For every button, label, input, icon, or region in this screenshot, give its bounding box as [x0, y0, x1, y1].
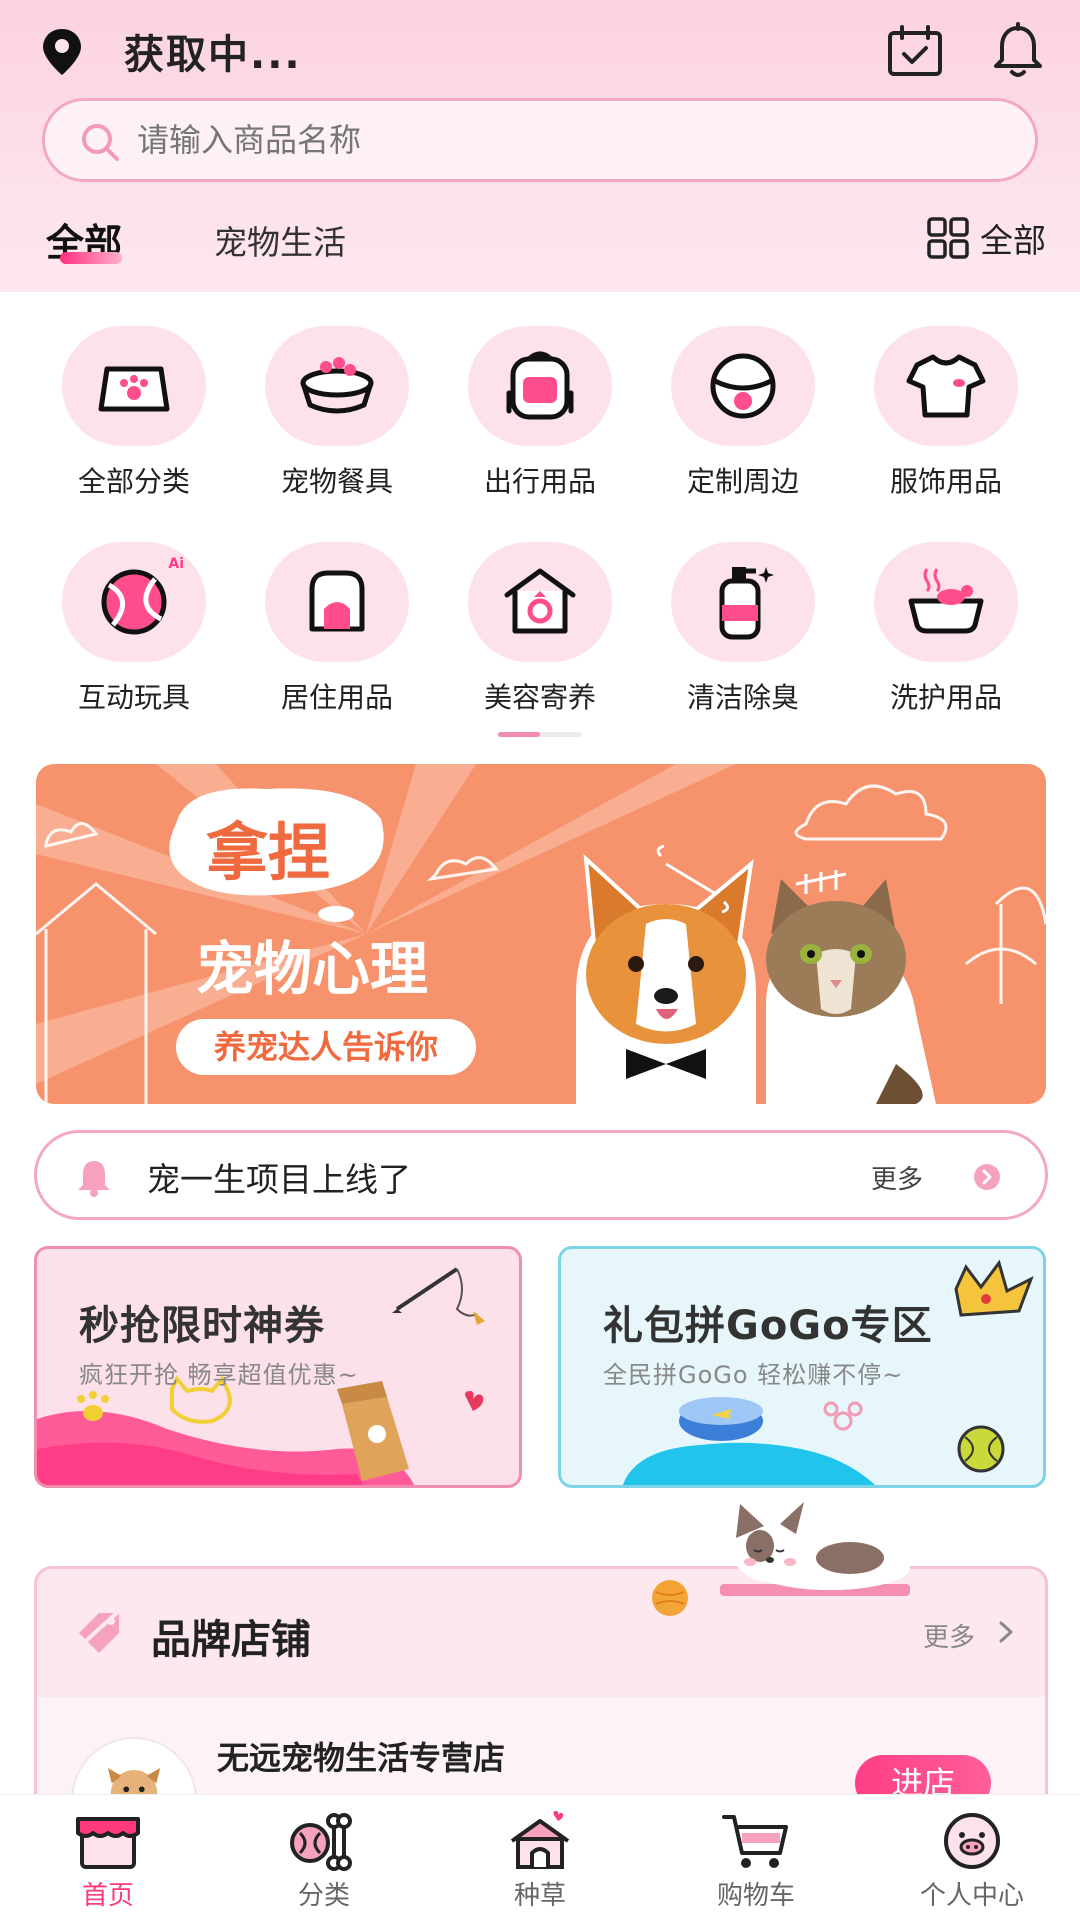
category-bowl[interactable]: 宠物餐具: [237, 326, 437, 500]
shopping-cart-icon: [722, 1815, 788, 1868]
all-button-label: 全部: [980, 221, 1046, 260]
category-custom[interactable]: 定制周边: [643, 326, 843, 500]
ball-toy-icon: [101, 569, 167, 635]
category-label: 互动玩具: [77, 681, 190, 714]
category-page-indicator: [498, 732, 582, 737]
chevron-right-icon[interactable]: [993, 1617, 1019, 1647]
category-icon-bg: [62, 326, 206, 446]
category-travel[interactable]: 出行用品: [440, 326, 640, 500]
chevron-right-circle-icon[interactable]: [973, 1163, 1001, 1191]
category-label: 服饰用品: [889, 465, 1002, 498]
category-cleaning[interactable]: 清洁除臭: [643, 542, 843, 716]
ai-badge: Ai: [168, 556, 184, 572]
spray-bottle-icon: [719, 567, 774, 640]
category-housing[interactable]: 居住用品: [237, 542, 437, 716]
category-bath[interactable]: 洗护用品: [846, 542, 1046, 716]
announcement-more-link[interactable]: 更多: [871, 1159, 923, 1196]
collar-bell-icon: [710, 353, 776, 419]
category-all[interactable]: 全部分类: [34, 326, 234, 500]
banner-subtitle: 养宠达人告诉你: [214, 1028, 438, 1066]
announcement-bar[interactable]: 宠一生项目上线了 更多: [34, 1130, 1048, 1220]
category-icon-bg: [874, 326, 1018, 446]
group-buy-card[interactable]: 礼包拼GoGo专区 全民拼GoGo 轻松赚不停~: [558, 1246, 1046, 1488]
search-icon: [82, 124, 119, 161]
grooming-house-icon: [504, 568, 576, 634]
category-label: 定制周边: [686, 465, 799, 498]
nav-profile[interactable]: 个人中心: [892, 1809, 1052, 1912]
nav-profile-label: 个人中心: [919, 1881, 1024, 1911]
search-bar[interactable]: [42, 98, 1038, 182]
coupon-card-subtitle: 疯狂开抢 畅享超值优惠~: [79, 1361, 359, 1389]
backpack-icon: [506, 351, 574, 420]
shop-storefront-icon: [76, 1817, 140, 1869]
nav-home-label: 首页: [81, 1881, 134, 1911]
category-icon-bg: [468, 542, 612, 662]
nav-category-label: 分类: [297, 1881, 350, 1911]
pet-house-heart-icon: [510, 1811, 570, 1869]
shop-name: 无远宠物生活专营店: [217, 1739, 506, 1777]
brand-section-title: 品牌店铺: [151, 1617, 311, 1663]
category-label: 美容寄养: [483, 681, 596, 714]
category-label: 出行用品: [483, 465, 596, 498]
group-buy-card-title: 礼包拼GoGo专区: [603, 1303, 933, 1349]
tab-pet-life[interactable]: 宠物生活: [214, 216, 346, 264]
banner-title: 宠物心理: [196, 935, 428, 1003]
category-label: 居住用品: [280, 681, 393, 714]
announcement-bell-icon: [78, 1161, 110, 1197]
location-pin-icon[interactable]: [36, 26, 88, 78]
grid-icon: [927, 217, 969, 259]
category-label: 洗护用品: [889, 681, 1002, 714]
category-grooming[interactable]: 美容寄养: [440, 542, 640, 716]
category-icon-bg: Ai: [62, 542, 206, 662]
bathtub-icon: [908, 568, 984, 634]
sleeping-dog-decoration: [720, 1502, 910, 1596]
calendar-check-icon[interactable]: [886, 24, 944, 78]
tshirt-icon: [906, 354, 986, 418]
category-icon-bg: [671, 542, 815, 662]
location-text[interactable]: 获取中...: [124, 22, 302, 80]
nav-discover[interactable]: 种草: [460, 1809, 620, 1912]
announcement-text: 宠一生项目上线了: [147, 1160, 411, 1199]
category-label: 全部分类: [77, 465, 190, 498]
nav-discover-label: 种草: [513, 1881, 566, 1911]
header: 获取中... 全部 宠物生活: [0, 0, 1080, 292]
promo-banner[interactable]: 拿捏 宠物心理 养宠达人告诉你: [36, 764, 1046, 1104]
nav-cart-label: 购物车: [716, 1881, 795, 1911]
brand-more-link[interactable]: 更多: [923, 1617, 975, 1654]
pet-paw-card-icon: [98, 366, 170, 412]
pet-house-icon: [309, 570, 365, 632]
coupon-card-title: 秒抢限时神券: [79, 1303, 325, 1349]
category-label: 清洁除臭: [686, 681, 799, 714]
banner-headline: 拿捏: [206, 816, 330, 889]
category-label: 宠物餐具: [280, 465, 393, 498]
category-toys[interactable]: Ai 互动玩具: [34, 542, 234, 716]
page-indicator-fill: [498, 732, 540, 737]
coupon-flash-card[interactable]: 秒抢限时神券 疯狂开抢 畅享超值优惠~: [34, 1246, 522, 1488]
pet-bowl-icon: [300, 357, 374, 414]
ball-bone-icon: [290, 1813, 352, 1871]
orange-ball-decoration: [652, 1580, 688, 1616]
home-page: 获取中... 全部 宠物生活: [0, 0, 1080, 1920]
notification-bell-icon[interactable]: [990, 22, 1046, 80]
category-icon-bg: [265, 542, 409, 662]
bottom-navigation: 首页 分类 种草 购物车 个人中心: [0, 1794, 1080, 1920]
nav-home[interactable]: 首页: [28, 1809, 188, 1912]
nav-category[interactable]: 分类: [244, 1809, 404, 1912]
category-icon-bg: [671, 326, 815, 446]
all-categories-button[interactable]: 全部: [926, 214, 1046, 262]
nav-cart[interactable]: 购物车: [676, 1809, 836, 1912]
category-clothing[interactable]: 服饰用品: [846, 326, 1046, 500]
tab-active-indicator: [60, 252, 122, 264]
category-icon-bg: [874, 542, 1018, 662]
category-icon-bg: [265, 326, 409, 446]
search-input[interactable]: [137, 101, 937, 179]
brand-tag-icon: [75, 1607, 123, 1653]
group-buy-card-subtitle: 全民拼GoGo 轻松赚不停~: [603, 1361, 904, 1389]
banner-illustration: 拿捏 宠物心理 养宠达人告诉你: [36, 764, 1046, 1104]
pig-face-icon: [944, 1813, 1000, 1869]
category-icon-bg: [468, 326, 612, 446]
